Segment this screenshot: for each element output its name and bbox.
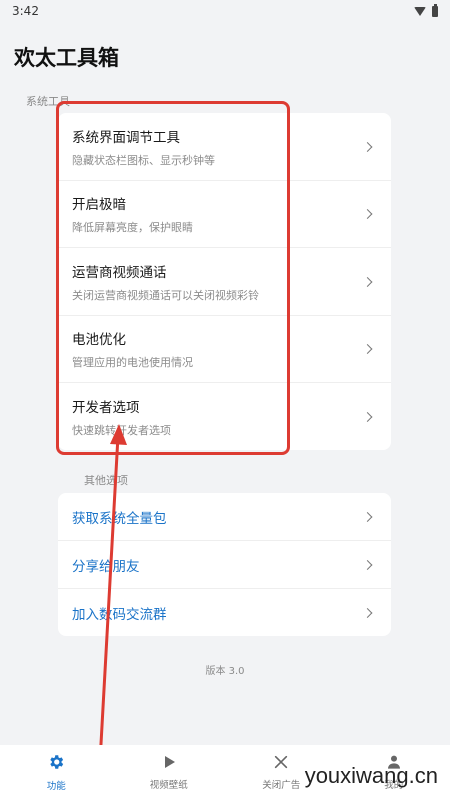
row-system-ui-tuner[interactable]: 系统界面调节工具 隐藏状态栏图标、显示秒钟等	[58, 113, 391, 181]
other-options-card: 获取系统全量包 分享给朋友 加入数码交流群	[58, 493, 391, 636]
status-bar: 3:42	[0, 0, 450, 22]
close-icon	[273, 754, 289, 770]
nav-item-mine[interactable]: 我的	[338, 745, 450, 800]
nav-label: 关闭广告	[262, 780, 301, 791]
page-title: 欢太工具箱	[14, 46, 119, 70]
row-title: 运营商视频通话	[72, 264, 167, 281]
row-title: 加入数码交流群	[72, 606, 167, 623]
row-developer-options[interactable]: 开发者选项 快速跳转开发者选项	[58, 383, 391, 450]
row-share-with-friends[interactable]: 分享给朋友	[58, 541, 391, 589]
status-time: 3:42	[12, 4, 39, 18]
row-get-full-package[interactable]: 获取系统全量包	[58, 493, 391, 541]
row-subtitle: 关闭运营商视频通话可以关闭视频彩铃	[72, 288, 259, 302]
nav-item-video-wallpaper[interactable]: 视频壁纸	[113, 745, 226, 800]
nav-item-close-ads[interactable]: 关闭广告	[225, 745, 338, 800]
row-subtitle: 管理应用的电池使用情况	[72, 356, 193, 369]
section-label-other-options: 其他选项	[84, 474, 128, 487]
row-title: 电池优化	[72, 332, 126, 348]
row-battery-optimization[interactable]: 电池优化 管理应用的电池使用情况	[58, 316, 391, 383]
row-subtitle: 降低屏幕亮度，保护眼睛	[72, 221, 193, 234]
nav-label: 功能	[46, 781, 66, 792]
status-icons	[414, 3, 438, 17]
row-join-group[interactable]: 加入数码交流群	[58, 589, 391, 636]
nav-item-features[interactable]: 功能	[0, 745, 113, 800]
row-extra-dim[interactable]: 开启极暗 降低屏幕亮度，保护眼睛	[58, 181, 391, 248]
row-title: 分享给朋友	[72, 558, 140, 575]
version-label: 版本 3.0	[205, 666, 245, 677]
battery-icon	[432, 3, 438, 17]
row-title: 开发者选项	[72, 399, 140, 416]
row-subtitle: 隐藏状态栏图标、显示秒钟等	[72, 153, 215, 167]
row-carrier-video-call[interactable]: 运营商视频通话 关闭运营商视频通话可以关闭视频彩铃	[58, 248, 391, 316]
play-icon	[161, 754, 177, 770]
wifi-icon	[414, 6, 426, 16]
bottom-nav: 功能 视频壁纸 关闭广告 我的	[0, 745, 450, 800]
nav-label: 视频壁纸	[149, 780, 188, 791]
gear-icon	[47, 753, 65, 771]
system-tools-card: 系统界面调节工具 隐藏状态栏图标、显示秒钟等 开启极暗 降低屏幕亮度，保护眼睛 …	[58, 113, 391, 450]
section-label-system-tools: 系统工具	[26, 95, 70, 108]
row-title: 获取系统全量包	[72, 510, 167, 527]
row-title: 开启极暗	[72, 197, 126, 213]
nav-label: 我的	[384, 780, 404, 791]
person-icon	[386, 754, 402, 770]
row-title: 系统界面调节工具	[72, 129, 180, 146]
row-subtitle: 快速跳转开发者选项	[72, 423, 171, 437]
